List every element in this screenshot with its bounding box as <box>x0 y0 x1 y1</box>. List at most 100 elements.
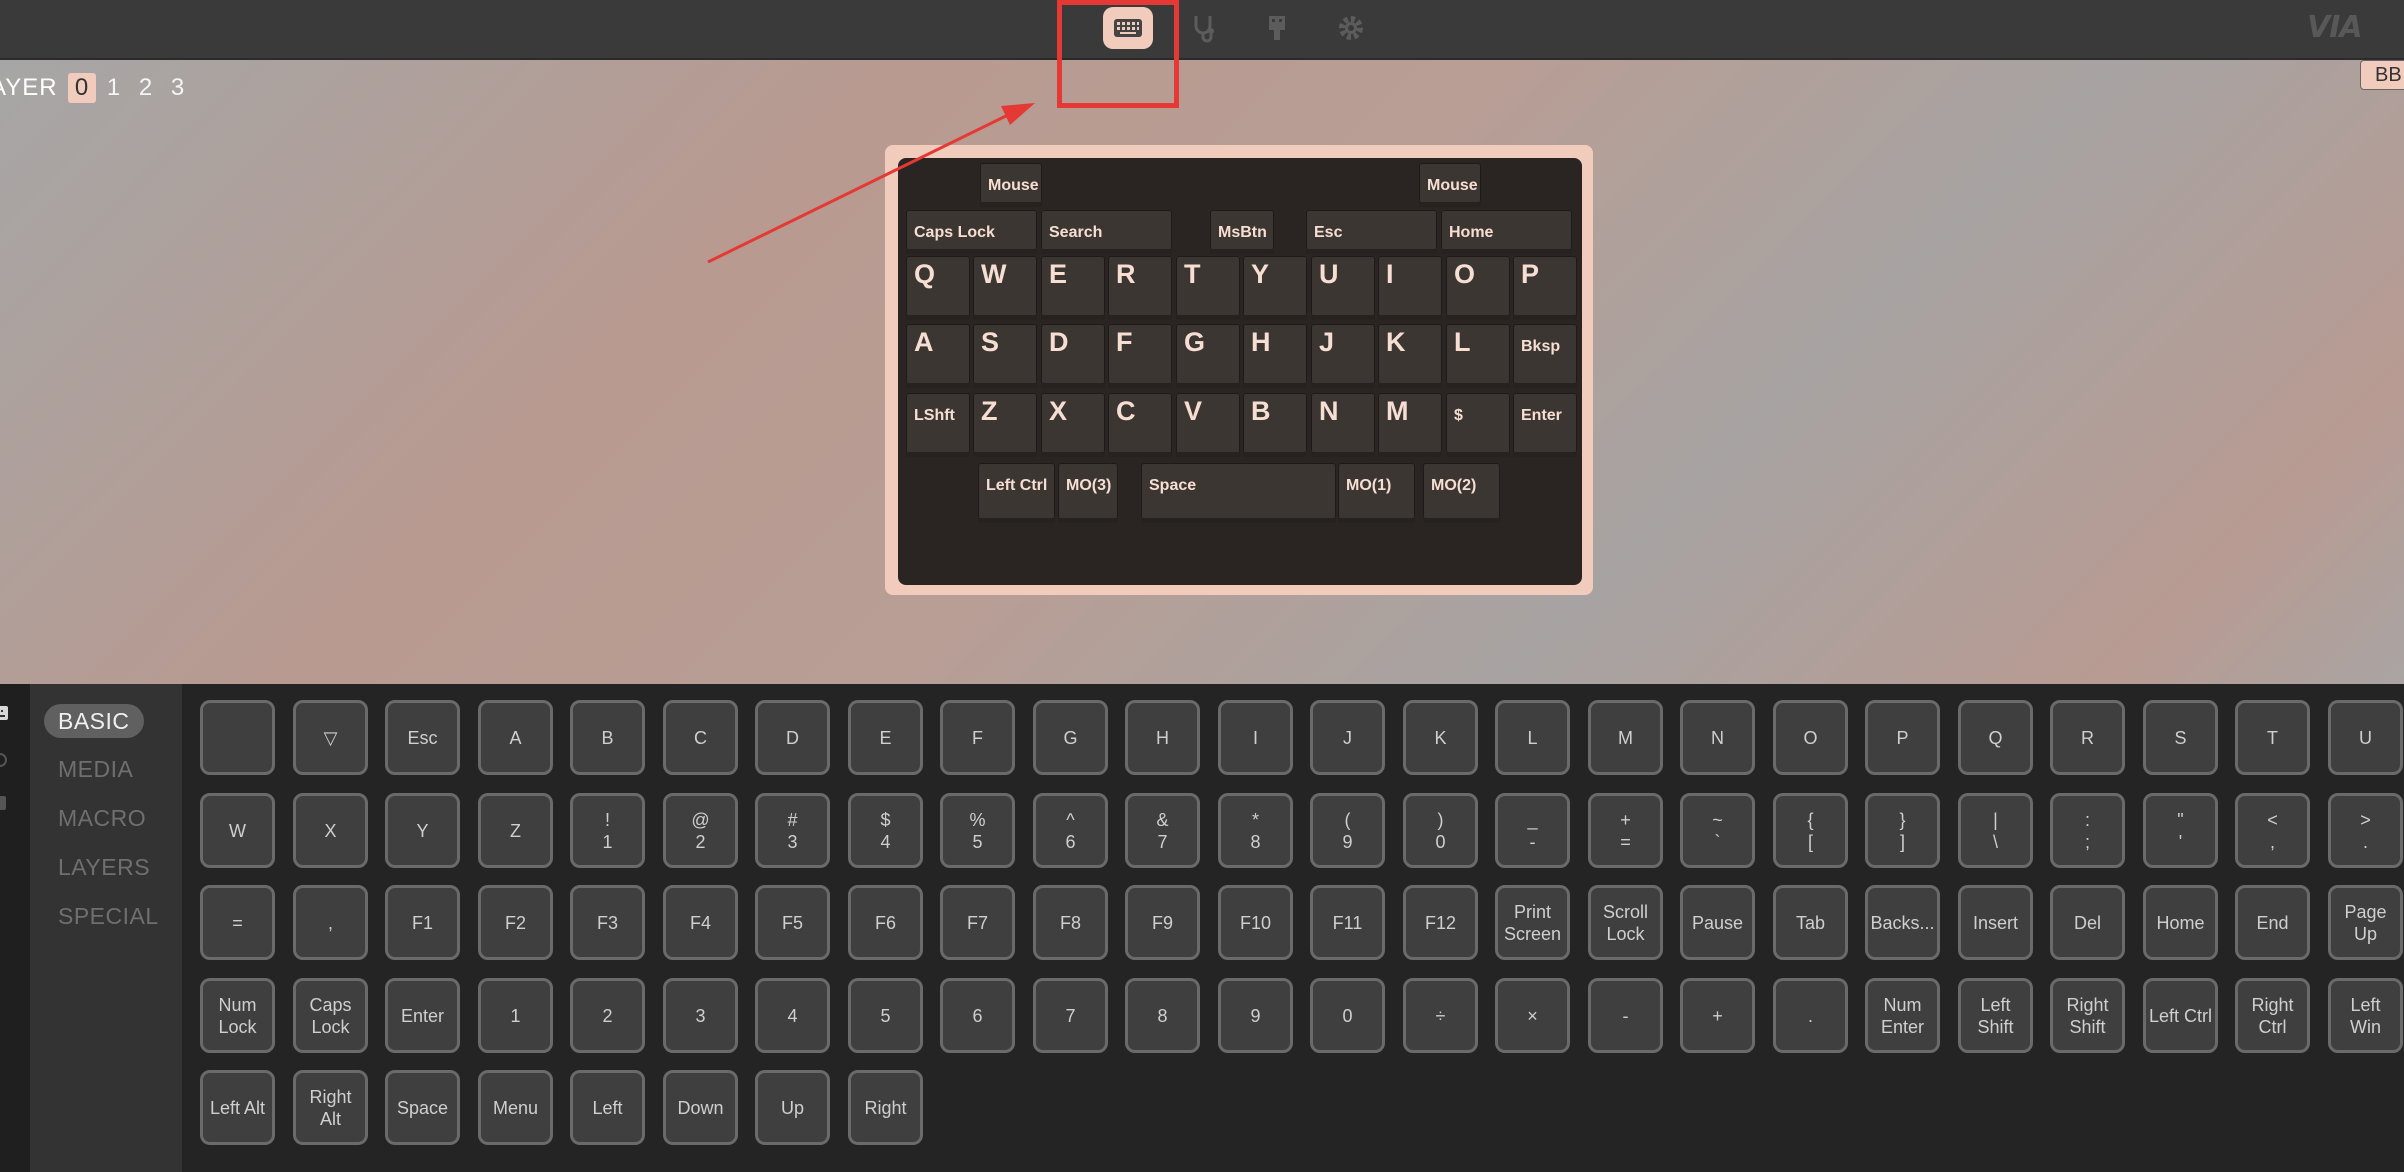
keyboard-key[interactable]: Left Ctrl <box>978 463 1055 523</box>
square-small-icon[interactable] <box>0 794 10 814</box>
keycode-button[interactable]: End <box>2235 885 2310 960</box>
keyboard-key[interactable]: MsBtn <box>1210 210 1274 254</box>
keycode-button[interactable]: . <box>1773 978 1848 1053</box>
keycode-button[interactable]: O <box>1773 700 1848 775</box>
keyboard-key[interactable]: C <box>1108 393 1172 457</box>
keyboard-key[interactable]: Q <box>906 256 970 320</box>
keycode-button[interactable]: Scroll Lock <box>1588 885 1663 960</box>
layer-2-button[interactable]: 2 <box>132 73 160 103</box>
keycode-button[interactable]: Y <box>385 793 460 868</box>
keycode-button[interactable]: ( 9 <box>1310 793 1385 868</box>
keycode-button[interactable]: ÷ <box>1403 978 1478 1053</box>
keycode-button[interactable]: Z <box>478 793 553 868</box>
keyboard-small-icon[interactable] <box>0 704 10 724</box>
keycode-button[interactable]: L <box>1495 700 1570 775</box>
keyboard-key[interactable]: N <box>1311 393 1375 457</box>
keycode-button[interactable]: Num Lock <box>200 978 275 1053</box>
keycode-button[interactable]: - <box>1588 978 1663 1053</box>
keycode-button[interactable]: B <box>570 700 645 775</box>
keycode-button[interactable]: 1 <box>478 978 553 1053</box>
keycode-button[interactable]: U <box>2328 700 2403 775</box>
keyboard-key[interactable]: B <box>1243 393 1307 457</box>
keycode-button[interactable]: + <box>1680 978 1755 1053</box>
keycode-button[interactable]: X <box>293 793 368 868</box>
keycode-button[interactable]: Caps Lock <box>293 978 368 1053</box>
gear-icon[interactable] <box>1327 9 1375 47</box>
keycode-button[interactable]: K <box>1403 700 1478 775</box>
layer-1-button[interactable]: 1 <box>100 73 128 103</box>
keyboard-key[interactable]: V <box>1176 393 1240 457</box>
keyboard-key[interactable]: X <box>1041 393 1105 457</box>
keyboard-key[interactable]: A <box>906 324 970 388</box>
keycode-button[interactable]: R <box>2050 700 2125 775</box>
keycode-button[interactable]: Insert <box>1958 885 2033 960</box>
keyboard-key[interactable]: Mouse Btn <box>1419 163 1481 207</box>
keyboard-key[interactable]: T <box>1176 256 1240 320</box>
keycode-button[interactable]: Up <box>755 1070 830 1145</box>
keycode-button[interactable]: Pause <box>1680 885 1755 960</box>
keycode-button[interactable]: F1 <box>385 885 460 960</box>
keycode-button[interactable]: ~ ` <box>1680 793 1755 868</box>
keyboard-key[interactable]: Enter <box>1513 393 1577 457</box>
keycode-button[interactable]: * 8 <box>1218 793 1293 868</box>
category-basic[interactable]: BASIC <box>44 704 144 738</box>
keyboard-key[interactable]: MO(3) <box>1058 463 1118 523</box>
right-edge-tab[interactable]: BB <box>2360 60 2404 90</box>
keycode-button[interactable]: Num Enter <box>1865 978 1940 1053</box>
keycode-button[interactable]: : ; <box>2050 793 2125 868</box>
keyboard-key[interactable]: I <box>1378 256 1442 320</box>
keycode-button[interactable]: F9 <box>1125 885 1200 960</box>
keyboard-key[interactable]: Z <box>973 393 1037 457</box>
keycode-button[interactable]: × <box>1495 978 1570 1053</box>
keyboard-key[interactable]: J <box>1311 324 1375 388</box>
keyboard-key[interactable]: MO(2) <box>1423 463 1500 523</box>
keycode-button[interactable]: # 3 <box>755 793 830 868</box>
keyboard-key[interactable]: P <box>1513 256 1577 320</box>
keycode-button[interactable]: F8 <box>1033 885 1108 960</box>
keycode-button[interactable]: E <box>848 700 923 775</box>
keyboard-key[interactable]: M <box>1378 393 1442 457</box>
keyboard-key[interactable]: Home <box>1441 210 1572 254</box>
keycode-button[interactable]: | \ <box>1958 793 2033 868</box>
keycode-button[interactable]: 7 <box>1033 978 1108 1053</box>
keycode-button[interactable]: < , <box>2235 793 2310 868</box>
keycode-button[interactable]: F3 <box>570 885 645 960</box>
keyboard-key[interactable]: G <box>1176 324 1240 388</box>
keycode-button[interactable]: Del <box>2050 885 2125 960</box>
keycode-button[interactable]: 8 <box>1125 978 1200 1053</box>
keyboard-key[interactable]: D <box>1041 324 1105 388</box>
keycode-button[interactable]: Right Shift <box>2050 978 2125 1053</box>
keycode-button[interactable]: 4 <box>755 978 830 1053</box>
keycode-button[interactable]: M <box>1588 700 1663 775</box>
keycode-button[interactable]: = <box>200 885 275 960</box>
layer-0-button[interactable]: 0 <box>67 73 96 103</box>
keycode-button[interactable]: 9 <box>1218 978 1293 1053</box>
keyboard-key[interactable]: O <box>1446 256 1510 320</box>
keyboard-key[interactable]: Mouse Btn <box>980 163 1042 207</box>
circle-small-icon[interactable] <box>0 750 10 770</box>
keycode-button[interactable]: Q <box>1958 700 2033 775</box>
keycode-button[interactable]: & 7 <box>1125 793 1200 868</box>
keycode-button[interactable]: @ 2 <box>663 793 738 868</box>
keycode-button[interactable]: ▽ <box>293 700 368 775</box>
usb-device-icon[interactable] <box>1253 9 1301 47</box>
keycode-button[interactable]: Left Ctrl <box>2143 978 2218 1053</box>
keycode-button[interactable]: F7 <box>940 885 1015 960</box>
keycode-button[interactable]: W <box>200 793 275 868</box>
keyboard-key[interactable]: Caps Lock <box>906 210 1037 254</box>
keycode-button[interactable]: 2 <box>570 978 645 1053</box>
keycode-button[interactable]: Right <box>848 1070 923 1145</box>
keycode-button[interactable]: ! 1 <box>570 793 645 868</box>
keycode-button[interactable]: } ] <box>1865 793 1940 868</box>
keycode-button[interactable]: G <box>1033 700 1108 775</box>
keycode-button[interactable]: " ' <box>2143 793 2218 868</box>
keyboard-key[interactable]: Space <box>1141 463 1336 523</box>
keyboard-key[interactable]: S <box>973 324 1037 388</box>
keycode-button[interactable]: Left Win <box>2328 978 2403 1053</box>
keycode-button[interactable]: Home <box>2143 885 2218 960</box>
keycode-button[interactable]: F5 <box>755 885 830 960</box>
keycode-button[interactable]: 3 <box>663 978 738 1053</box>
keycode-button[interactable]: Menu <box>478 1070 553 1145</box>
keycode-button[interactable]: 6 <box>940 978 1015 1053</box>
category-media[interactable]: MEDIA <box>44 752 147 786</box>
